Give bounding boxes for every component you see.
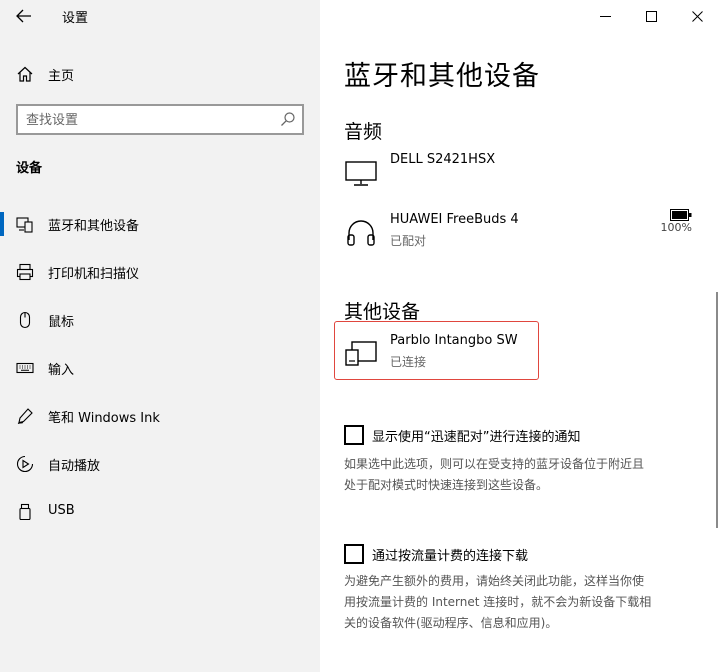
close-icon [691,10,703,22]
device-huawei-freebuds[interactable]: HUAWEI FreeBuds 4 已配对 100% [336,209,702,268]
swift-pair-option[interactable]: 显示使用“迅速配对”进行连接的通知 [344,424,580,446]
description-line: 用按流量计费的 Internet 连接时，就不会为新设备下载相 [344,595,652,609]
sidebar: 设置 主页 设备 蓝牙和其他设备 打印机和扫描仪 鼠标 输入 笔和 Window… [0,0,320,672]
device-dell-monitor[interactable]: DELL S2421HSX [336,152,702,208]
sidebar-item-label: USB [48,503,75,518]
sidebar-item-label: 自动播放 [48,459,101,474]
sidebar-item-autoplay[interactable]: 自动播放 [0,444,320,484]
battery-full-icon [670,209,692,221]
sidebar-item-label: 输入 [48,363,75,378]
device-name: Parblo Intangbo SW [390,333,518,348]
sidebar-item-label: 打印机和扫描仪 [48,267,140,282]
minimize-icon [599,15,611,17]
monitor-icon [345,161,377,186]
home-label: 主页 [48,69,75,84]
sidebar-item-printers[interactable]: 打印机和扫描仪 [0,252,320,292]
metered-download-option[interactable]: 通过按流量计费的连接下载 [344,543,528,565]
device-parblo-tablet[interactable]: Parblo Intangbo SW 已连接 [336,333,702,389]
home-icon [17,66,33,82]
minimize-button[interactable] [582,0,628,32]
sidebar-item-pen[interactable]: 笔和 Windows Ink [0,396,320,436]
device-name: HUAWEI FreeBuds 4 [390,212,519,227]
device-status: 已连接 [390,355,427,369]
other-devices-section-title: 其他设备 [344,301,421,323]
metered-download-description: 为避免产生额外的费用，请始终关闭此功能，这样当你使 用按流量计费的 Intern… [344,571,700,634]
back-arrow-icon [16,9,31,23]
bluetooth-devices-icon [16,217,33,233]
back-button[interactable] [10,4,38,28]
sidebar-home[interactable]: 主页 [0,58,320,90]
device-name: DELL S2421HSX [390,152,496,167]
description-line: 为避免产生额外的费用，请始终关闭此功能，这样当你使 [344,574,645,588]
app-title: 设置 [62,11,89,26]
section-title: 设备 [16,161,43,176]
pen-icon [17,408,33,424]
audio-section-title: 音频 [344,121,383,143]
selection-indicator [0,212,4,236]
mouse-icon [19,311,31,329]
page-title: 蓝牙和其他设备 [344,61,540,92]
swift-pair-checkbox[interactable] [344,425,364,445]
scrollbar[interactable] [716,292,718,528]
swift-pair-description: 如果选中此选项，则可以在受支持的蓝牙设备位于附近且 处于配对模式时快速连接到这些… [344,454,700,496]
keyboard-icon [16,362,34,374]
maximize-button[interactable] [628,0,674,32]
sidebar-item-label: 蓝牙和其他设备 [48,219,140,234]
description-line: 关的设备软件(驱动程序、信息和应用)。 [344,616,558,630]
description-line: 如果选中此选项，则可以在受支持的蓝牙设备位于附近且 [344,457,645,471]
device-status: 已配对 [390,234,427,248]
headphones-icon [347,220,375,246]
close-button[interactable] [674,0,720,32]
tablet-device-icon [345,341,377,366]
printer-icon [16,263,34,281]
battery-indicator: 100% [648,209,692,234]
search-box[interactable] [16,104,304,135]
sidebar-item-mouse[interactable]: 鼠标 [0,300,320,340]
metered-download-checkbox[interactable] [344,544,364,564]
sidebar-item-typing[interactable]: 输入 [0,348,320,388]
search-icon[interactable] [280,111,296,127]
search-input[interactable] [26,110,266,130]
swift-pair-label: 显示使用“迅速配对”进行连接的通知 [372,429,581,445]
description-line: 处于配对模式时快速连接到这些设备。 [344,478,549,492]
metered-download-label: 通过按流量计费的连接下载 [372,548,529,564]
autoplay-icon [16,455,34,473]
maximize-icon [645,10,657,22]
sidebar-item-bluetooth[interactable]: 蓝牙和其他设备 [0,204,320,244]
usb-icon [19,503,31,521]
battery-percent: 100% [660,221,692,234]
sidebar-item-label: 笔和 Windows Ink [48,411,160,426]
sidebar-item-label: 鼠标 [48,315,75,330]
sidebar-item-usb[interactable]: USB [0,492,320,532]
